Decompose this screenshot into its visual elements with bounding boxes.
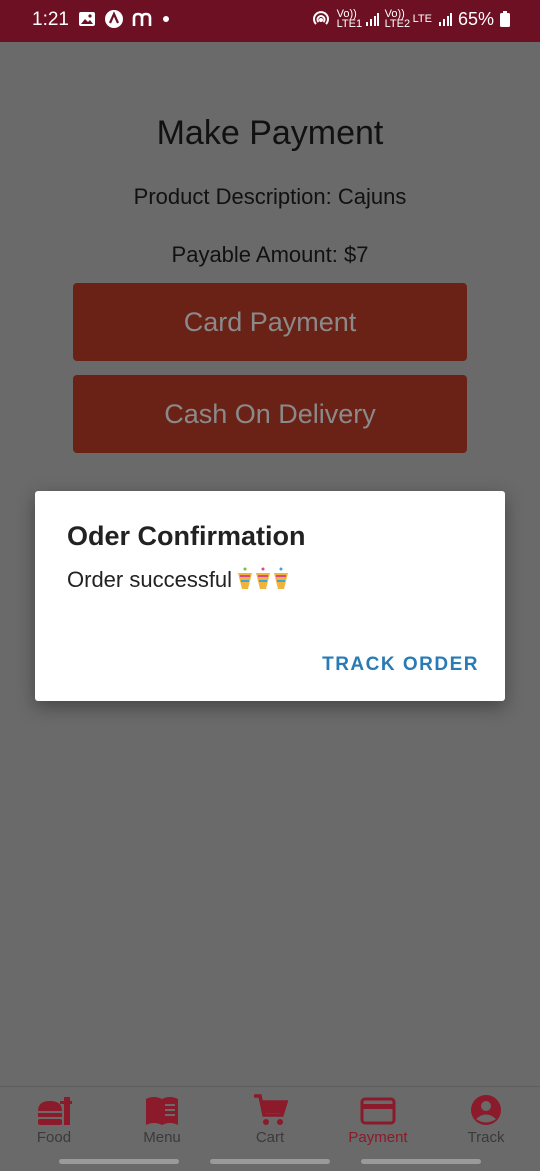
network-3-label: LTE (412, 13, 432, 25)
product-description: Product Description: Cajuns (133, 184, 407, 209)
status-bar: 1:21 Vo)) LTE1 Vo)) LTE2 LTE 65% (0, 0, 540, 42)
signal-1-icon (365, 13, 379, 26)
gesture-bar (0, 1159, 540, 1165)
dialog-title: Oder Confirmation (67, 521, 306, 551)
nav-label-payment: Payment (348, 1129, 408, 1146)
network-2-label: Vo)) LTE2 (384, 8, 411, 30)
bottom-navigation: Food Menu Cart Payment Track (0, 1086, 540, 1171)
gesture-segment (361, 1159, 481, 1164)
cart-icon (254, 1094, 288, 1125)
card-payment-button[interactable]: Card Payment (73, 283, 467, 361)
track-order-button[interactable]: TRACK ORDER (322, 654, 479, 676)
page-title: Make Payment (156, 114, 384, 152)
payable-amount: Payable Amount: $7 (171, 242, 369, 267)
nav-item-payment[interactable]: Payment (324, 1093, 432, 1146)
nav-item-track[interactable]: Track (432, 1093, 540, 1146)
signal-2-icon (438, 13, 452, 26)
nav-label-cart: Cart (255, 1129, 285, 1146)
nav-label-menu: Menu (143, 1129, 181, 1146)
account-icon (471, 1095, 501, 1125)
app-a-icon (105, 10, 123, 28)
menu-book-icon (146, 1097, 178, 1125)
gesture-segment (210, 1159, 330, 1164)
status-time: 1:21 (32, 9, 69, 30)
gallery-icon (79, 12, 95, 26)
cash-on-delivery-button[interactable]: Cash On Delivery (73, 375, 467, 453)
dialog-message: Order successful (67, 567, 233, 592)
network-1-label: Vo)) LTE1 (336, 8, 363, 30)
app-m-icon (132, 12, 152, 26)
battery-icon (500, 11, 510, 27)
status-right-icons: Vo)) LTE1 Vo)) LTE2 LTE 65% (311, 8, 510, 30)
nav-item-menu[interactable]: Menu (108, 1093, 216, 1146)
party-popper-icon (238, 567, 289, 589)
status-left-icons (78, 9, 170, 29)
dialog-message-row: Order successful (67, 567, 292, 593)
payment-card-icon (360, 1097, 396, 1125)
nav-item-food[interactable]: Food (0, 1093, 108, 1146)
dot-icon (163, 16, 169, 22)
nav-label-food: Food (36, 1129, 72, 1146)
order-confirmation-dialog: Oder Confirmation Order successful TRACK… (35, 491, 505, 701)
nav-label-track: Track (467, 1129, 505, 1146)
hotspot-icon (312, 11, 329, 25)
nav-item-cart[interactable]: Cart (216, 1093, 324, 1146)
gesture-segment (59, 1159, 179, 1164)
battery-percentage: 65% (457, 9, 494, 29)
food-icon (38, 1097, 72, 1125)
